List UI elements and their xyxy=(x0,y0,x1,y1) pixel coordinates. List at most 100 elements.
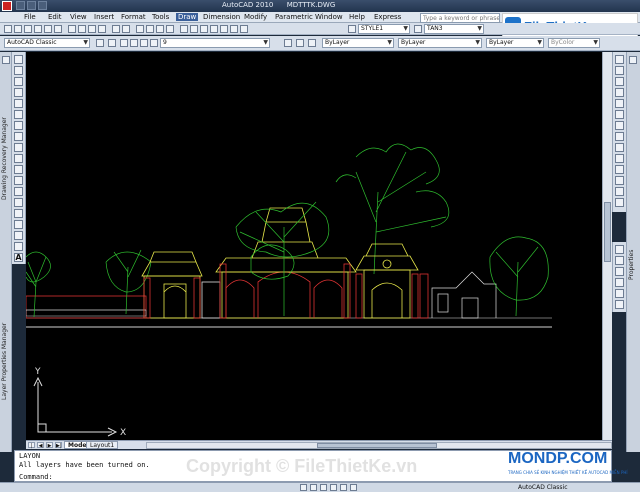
sheet-set-icon[interactable] xyxy=(210,25,218,33)
menu-draw[interactable]: Draw xyxy=(176,13,199,21)
layer-manager-icon[interactable] xyxy=(108,39,116,47)
cut-icon[interactable] xyxy=(68,25,76,33)
array-icon[interactable] xyxy=(615,99,624,108)
design-center-icon[interactable] xyxy=(190,25,198,33)
menu-help[interactable]: Help xyxy=(349,13,365,21)
otrack-icon[interactable] xyxy=(350,484,357,491)
layer-lock-icon[interactable] xyxy=(140,39,148,47)
menu-dimension[interactable]: Dimension xyxy=(203,13,240,21)
send-under-icon[interactable] xyxy=(615,278,624,287)
layer-previous-icon[interactable] xyxy=(296,39,304,47)
next-tab-icon[interactable]: ▶ xyxy=(46,442,53,449)
bring-above-icon[interactable] xyxy=(615,267,624,276)
bring-front-icon[interactable] xyxy=(615,245,624,254)
send-back-icon[interactable] xyxy=(615,256,624,265)
table-icon[interactable] xyxy=(14,242,23,251)
publish-icon[interactable] xyxy=(54,25,62,33)
calculator-icon[interactable] xyxy=(230,25,238,33)
hatch-back-icon[interactable] xyxy=(615,300,624,309)
copy-object-icon[interactable] xyxy=(615,66,624,75)
polyline-icon[interactable] xyxy=(14,77,23,86)
menu-edit[interactable]: Edit xyxy=(48,13,62,21)
menu-insert[interactable]: Insert xyxy=(94,13,114,21)
plot-icon[interactable] xyxy=(34,25,42,33)
trim-icon[interactable] xyxy=(615,154,624,163)
match-properties-icon[interactable] xyxy=(98,25,106,33)
help-icon[interactable] xyxy=(240,25,248,33)
hatch-icon[interactable] xyxy=(14,209,23,218)
pan-icon[interactable] xyxy=(136,25,144,33)
zoom-realtime-icon[interactable] xyxy=(146,25,154,33)
lineweight-combo[interactable]: ByLayer ▼ xyxy=(486,38,544,48)
undo-icon[interactable] xyxy=(112,25,120,33)
save-icon[interactable] xyxy=(38,1,47,10)
properties-tab[interactable]: Properties xyxy=(628,250,635,280)
redo-icon[interactable] xyxy=(122,25,130,33)
spline-icon[interactable] xyxy=(14,143,23,152)
new-icon[interactable] xyxy=(16,1,25,10)
autocad-logo-icon[interactable] xyxy=(2,1,12,11)
polar-icon[interactable] xyxy=(330,484,337,491)
last-tab-icon[interactable]: ▶| xyxy=(55,442,62,449)
open-file-icon[interactable] xyxy=(14,25,22,33)
search-input[interactable]: Type a keyword or phrase xyxy=(420,13,500,23)
menu-modify[interactable]: Modify xyxy=(244,13,267,21)
offset-icon[interactable] xyxy=(615,88,624,97)
grid-icon[interactable] xyxy=(310,484,317,491)
ellipse-icon[interactable] xyxy=(14,154,23,163)
copy-icon[interactable] xyxy=(78,25,86,33)
qnew-icon[interactable] xyxy=(4,25,12,33)
point-icon[interactable] xyxy=(14,198,23,207)
scale-icon[interactable] xyxy=(615,132,624,141)
command-prompt[interactable]: Command: xyxy=(19,473,53,481)
preview-icon[interactable] xyxy=(44,25,52,33)
construction-line-icon[interactable] xyxy=(14,66,23,75)
drawing-canvas[interactable]: Y X xyxy=(26,52,602,440)
color-combo[interactable]: ByLayer ▼ xyxy=(322,38,394,48)
make-block-icon[interactable] xyxy=(14,187,23,196)
linetype-combo[interactable]: ByLayer ▼ xyxy=(398,38,482,48)
menu-window[interactable]: Window xyxy=(315,13,343,21)
menu-view[interactable]: View xyxy=(70,13,87,21)
region-icon[interactable] xyxy=(14,231,23,240)
fillet-icon[interactable] xyxy=(615,187,624,196)
text-style-combo[interactable]: STYLE1 ▼ xyxy=(358,24,410,34)
layer-properties-tab[interactable]: Layer Properties Manager xyxy=(1,323,8,400)
menu-tools[interactable]: Tools xyxy=(152,13,169,21)
snap-icon[interactable] xyxy=(300,484,307,491)
drawing-recovery-tab[interactable]: Drawing Recovery Manager xyxy=(1,117,8,200)
plotstyle-combo[interactable]: ByColor ▼ xyxy=(548,38,600,48)
erase-icon[interactable] xyxy=(615,55,624,64)
arc-icon[interactable] xyxy=(14,110,23,119)
prev-tab-icon[interactable]: ◀ xyxy=(37,442,44,449)
extend-icon[interactable] xyxy=(615,165,624,174)
properties-icon[interactable] xyxy=(180,25,188,33)
menu-express[interactable]: Express xyxy=(374,13,401,21)
tool-palettes-icon[interactable] xyxy=(200,25,208,33)
panel-close-icon[interactable] xyxy=(629,56,637,64)
first-tab-icon[interactable]: |◀ xyxy=(28,442,35,455)
panel-close-icon[interactable] xyxy=(2,56,10,64)
save-file-icon[interactable] xyxy=(24,25,32,33)
rectangle-icon[interactable] xyxy=(14,99,23,108)
vertical-scroll-thumb[interactable] xyxy=(604,202,611,262)
dim-style-combo[interactable]: TAN3 ▼ xyxy=(424,24,484,34)
insert-block-icon[interactable] xyxy=(14,176,23,185)
line-icon[interactable] xyxy=(14,55,23,64)
layer-sun-icon[interactable] xyxy=(130,39,138,47)
layer-color-icon[interactable] xyxy=(150,39,158,47)
ellipse-arc-icon[interactable] xyxy=(14,165,23,174)
ortho-icon[interactable] xyxy=(320,484,327,491)
vertical-scrollbar[interactable] xyxy=(602,52,612,440)
layer-bulb-icon[interactable] xyxy=(120,39,128,47)
tab-layout1[interactable]: Layout1 xyxy=(86,441,119,449)
rotate-icon[interactable] xyxy=(615,121,624,130)
break-icon[interactable] xyxy=(615,176,624,185)
markup-icon[interactable] xyxy=(220,25,228,33)
workspace-status[interactable]: AutoCAD Classic xyxy=(518,484,568,491)
paste-icon[interactable] xyxy=(88,25,96,33)
layer-combo[interactable]: 9 ▼ xyxy=(160,38,270,48)
menu-format[interactable]: Format xyxy=(121,13,146,21)
zoom-window-icon[interactable] xyxy=(156,25,164,33)
mirror-icon[interactable] xyxy=(615,77,624,86)
